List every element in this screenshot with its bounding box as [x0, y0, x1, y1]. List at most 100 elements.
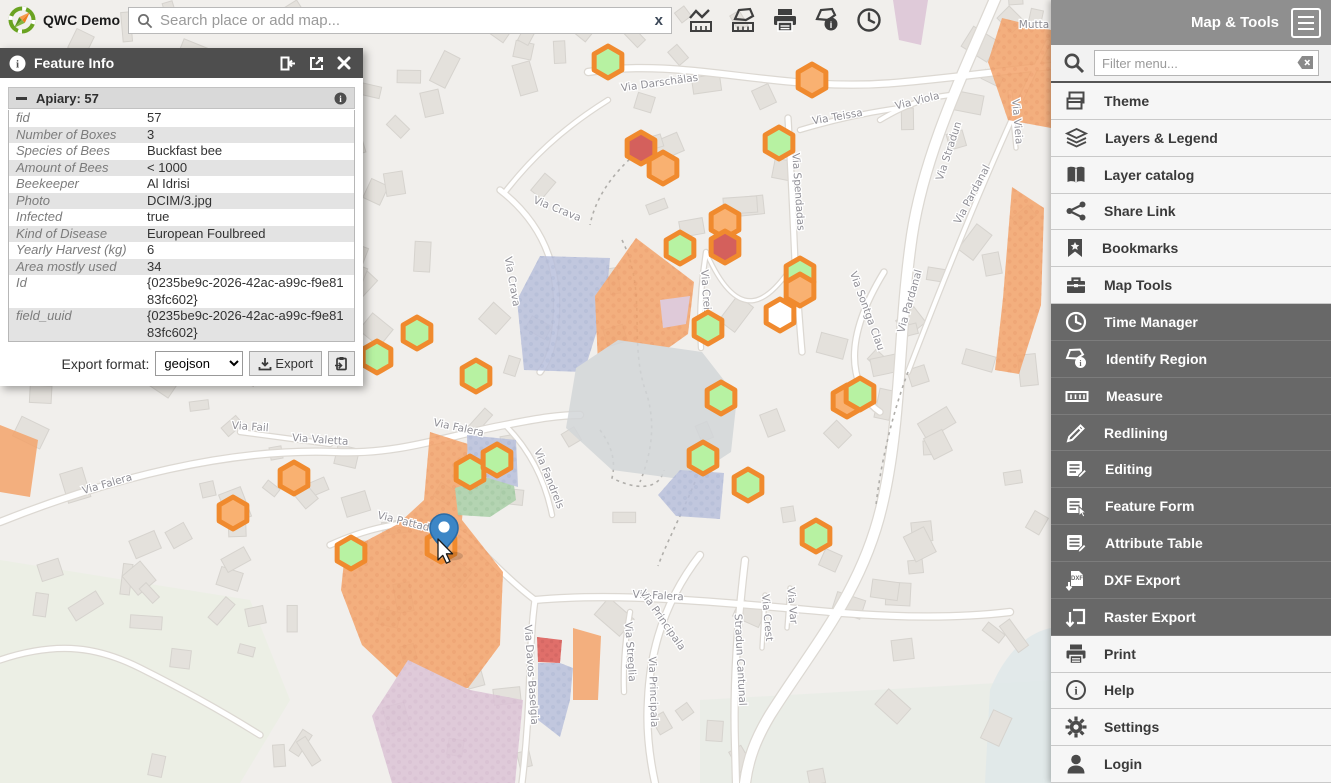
attribute-row: field_uuid{0235be9c-2026-42ac-a99c-f9e81…	[9, 308, 354, 341]
sidebar-item-print[interactable]: Print	[1051, 636, 1331, 673]
panel-title: Feature Info	[34, 55, 270, 71]
svg-text:i: i	[829, 20, 832, 30]
apiary-marker-green[interactable]	[483, 444, 511, 476]
sidebar-item-redlining[interactable]: Redlining	[1051, 415, 1331, 452]
bookmark-icon	[1065, 237, 1085, 259]
apiary-marker-green[interactable]	[802, 520, 830, 552]
apiary-marker-red[interactable]	[711, 231, 739, 263]
hamburger-menu-icon[interactable]	[1291, 8, 1321, 38]
sidebar-item-bookmarks[interactable]: Bookmarks	[1051, 230, 1331, 267]
sidebar-item-editing[interactable]: Editing	[1051, 451, 1331, 488]
measure-area-button[interactable]	[728, 5, 758, 35]
building	[189, 400, 209, 412]
detach-window-icon[interactable]	[306, 53, 326, 73]
export-format-label: Export format:	[62, 356, 150, 372]
apiary-marker-green[interactable]	[707, 382, 735, 414]
dxf-export-icon: DXF	[1065, 569, 1087, 591]
search-clear-icon[interactable]: x	[655, 13, 663, 28]
sidebar-title: Map & Tools	[1191, 14, 1279, 31]
collapse-icon[interactable]	[16, 93, 27, 104]
sidebar-header: Map & Tools	[1051, 0, 1331, 45]
building	[245, 606, 266, 627]
svg-text:DXF: DXF	[1071, 576, 1083, 582]
apiary-marker-green[interactable]	[456, 456, 484, 488]
apiary-marker-green[interactable]	[337, 537, 365, 569]
attribute-row: Species of BeesBuckfast bee	[9, 143, 354, 160]
attribute-table: fid57 Number of Boxes3 Species of BeesBu…	[8, 110, 355, 342]
share-icon	[1065, 200, 1087, 222]
export-format-select[interactable]: geojson	[155, 351, 243, 376]
attribute-row: Amount of Bees< 1000	[9, 160, 354, 177]
sidebar-item-layer-catalog[interactable]: Layer catalog	[1051, 157, 1331, 194]
map-toolbar: i	[686, 5, 884, 35]
sidebar-item-identify-region[interactable]: i Identify Region	[1051, 341, 1331, 378]
attribute-row: Kind of DiseaseEuropean Foulbreed	[9, 226, 354, 243]
pencil-icon	[1065, 422, 1087, 444]
street-label: Mutta	[1019, 19, 1049, 31]
sidebar-item-measure[interactable]: Measure	[1051, 378, 1331, 415]
building	[1003, 470, 1022, 485]
attribute-row: Area mostly used34	[9, 259, 354, 276]
attribute-row: fid57	[9, 110, 354, 127]
feature-info-icon[interactable]: i	[334, 92, 347, 105]
apiary-marker-orange[interactable]	[786, 274, 814, 306]
dock-panel-icon[interactable]	[278, 53, 298, 73]
download-icon	[258, 357, 272, 371]
apiary-marker-green[interactable]	[666, 232, 694, 264]
feature-section-header[interactable]: Apiary: 57 i	[8, 87, 355, 109]
apiary-marker-green[interactable]	[734, 469, 762, 501]
apiary-marker-green[interactable]	[694, 312, 722, 344]
clear-filter-icon[interactable]	[1297, 55, 1314, 70]
time-manager-button[interactable]	[854, 5, 884, 35]
building	[891, 638, 914, 661]
print-button[interactable]	[770, 5, 800, 35]
apiary-marker-green[interactable]	[594, 46, 622, 78]
sidebar-item-login[interactable]: Login	[1051, 746, 1331, 783]
apiary-marker-green[interactable]	[846, 378, 874, 410]
sidebar-menu: Theme Layers & Legend Layer catalog	[1051, 83, 1331, 783]
sidebar-item-map-tools[interactable]: Map Tools	[1051, 267, 1331, 304]
attribute-row: Id{0235be9c-2026-42ac-a99c-f9e8183fc602}	[9, 275, 354, 308]
building	[781, 506, 796, 523]
sidebar: Map & Tools	[1051, 0, 1331, 783]
sidebar-item-dxf-export[interactable]: DXF DXF Export	[1051, 562, 1331, 599]
apiary-marker-white[interactable]	[766, 299, 794, 331]
feature-form-icon	[1065, 495, 1088, 517]
attribute-row: Number of Boxes3	[9, 127, 354, 144]
apiary-marker-orange[interactable]	[798, 64, 826, 96]
feature-info-panel: i Feature Info	[0, 48, 363, 386]
sidebar-filter-row	[1051, 45, 1331, 83]
sidebar-item-time-manager[interactable]: Time Manager	[1051, 304, 1331, 341]
sidebar-item-raster-export[interactable]: Raster Export	[1051, 599, 1331, 636]
sidebar-item-feature-form[interactable]: Feature Form	[1051, 488, 1331, 525]
sidebar-item-help[interactable]: i Help	[1051, 673, 1331, 710]
apiary-marker-green[interactable]	[689, 442, 717, 474]
apiary-marker-orange[interactable]	[649, 152, 677, 184]
apiary-marker-orange[interactable]	[280, 462, 308, 494]
feature-info-header[interactable]: i Feature Info	[0, 48, 363, 78]
apiary-marker-green[interactable]	[403, 317, 431, 349]
sidebar-item-share-link[interactable]: Share Link	[1051, 194, 1331, 231]
filter-search-icon	[1063, 52, 1085, 74]
export-button[interactable]: Export	[249, 351, 322, 376]
sidebar-item-theme[interactable]: Theme	[1051, 83, 1331, 120]
apiary-marker-orange[interactable]	[219, 497, 247, 529]
search-icon	[137, 13, 153, 29]
building	[33, 593, 49, 617]
identify-region-button[interactable]: i	[812, 5, 842, 35]
copy-to-clipboard-button[interactable]	[328, 351, 355, 376]
search-bar[interactable]: x	[128, 7, 672, 34]
building	[200, 481, 217, 498]
sidebar-item-attribute-table[interactable]: Attribute Table	[1051, 525, 1331, 562]
apiary-marker-green[interactable]	[363, 341, 391, 373]
svg-text:i: i	[1074, 684, 1078, 698]
search-input[interactable]	[160, 12, 648, 29]
sidebar-item-settings[interactable]: Settings	[1051, 709, 1331, 746]
filter-menu-input[interactable]	[1094, 50, 1319, 76]
measure-line-button[interactable]	[686, 5, 716, 35]
sidebar-item-layers-legend[interactable]: Layers & Legend	[1051, 120, 1331, 157]
apiary-marker-green[interactable]	[462, 360, 490, 392]
building	[807, 768, 826, 783]
apiary-marker-green[interactable]	[765, 127, 793, 159]
close-icon[interactable]	[334, 53, 354, 73]
